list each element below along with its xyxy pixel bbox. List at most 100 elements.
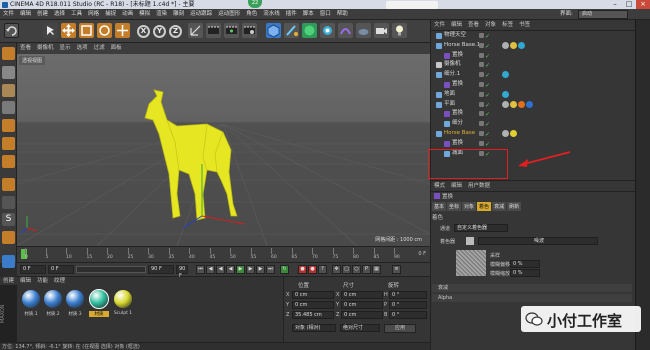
layer-icon[interactable]: [479, 62, 484, 68]
viewport-menu-item[interactable]: 摄像机: [34, 43, 57, 54]
viewport-menu-item[interactable]: 面板: [108, 43, 125, 54]
channel-select[interactable]: 自定义着色器: [454, 224, 508, 232]
close-button[interactable]: ×: [636, 0, 650, 9]
previous-frame-icon[interactable]: ◀: [216, 265, 225, 274]
x-axis-lock-button[interactable]: X: [137, 25, 150, 38]
object-row[interactable]: 摄像机 ✓: [432, 60, 632, 69]
select-icon[interactable]: [43, 23, 58, 38]
object-menu-item[interactable]: 书签: [516, 20, 533, 30]
apply-button[interactable]: 应用: [384, 324, 416, 333]
tab-shading[interactable]: 着色: [477, 202, 492, 211]
viewport-menu-item[interactable]: 过滤: [91, 43, 108, 54]
object-tag-icon[interactable]: [510, 130, 517, 137]
minimize-button[interactable]: –: [608, 0, 622, 9]
horse-model[interactable]: [144, 89, 238, 221]
layer-icon[interactable]: [479, 101, 484, 107]
menu-item[interactable]: 雕刻: [170, 9, 187, 20]
visibility-check-icon[interactable]: ✓: [485, 140, 490, 149]
object-name[interactable]: Horse Base.1: [444, 41, 480, 50]
previous-key-icon[interactable]: ◀: [206, 265, 215, 274]
layer-icon[interactable]: [479, 140, 484, 146]
live-select-icon[interactable]: [115, 23, 130, 38]
maximize-button[interactable]: □: [622, 0, 636, 9]
size-y-field[interactable]: 0 cm: [341, 301, 383, 309]
viewport-menu-item[interactable]: 查看: [17, 43, 34, 54]
size-mode-select[interactable]: 绝对尺寸: [340, 324, 380, 332]
attr-menu-item[interactable]: 编辑: [448, 181, 465, 191]
tweak-mode-icon[interactable]: [2, 196, 15, 209]
rotation-b-field[interactable]: 0 °: [389, 311, 427, 319]
object-menu-item[interactable]: 对象: [482, 20, 499, 30]
shader-field[interactable]: 噪波: [478, 237, 598, 245]
menu-item[interactable]: 渲染: [153, 9, 170, 20]
tab-basic[interactable]: 基本: [432, 202, 447, 211]
timeline-settings-icon[interactable]: ≡: [392, 265, 401, 274]
object-name[interactable]: 置换: [452, 139, 463, 148]
object-name[interactable]: 细分.1: [444, 70, 460, 79]
menu-item[interactable]: 脚本: [300, 9, 317, 20]
menu-item[interactable]: 模拟: [136, 9, 153, 20]
start-frame-field[interactable]: 0 F: [20, 265, 46, 274]
object-tag-icon[interactable]: [510, 41, 517, 49]
go-to-start-icon[interactable]: ⏮: [196, 265, 205, 274]
tab-object[interactable]: 对象: [462, 202, 477, 211]
attr-menu-item[interactable]: 用户数据: [465, 181, 493, 191]
object-tag-icon[interactable]: [518, 100, 525, 108]
render-view-icon[interactable]: [206, 23, 221, 38]
rotate-icon[interactable]: [97, 23, 112, 38]
menu-item[interactable]: 窗口: [317, 9, 334, 20]
menu-item[interactable]: 角色: [243, 9, 260, 20]
material-menu-item[interactable]: 编辑: [17, 277, 34, 286]
object-menu-item[interactable]: 标签: [499, 20, 516, 30]
menu-item[interactable]: 运动跟踪: [187, 9, 215, 20]
pla-key-icon[interactable]: ▦: [372, 265, 381, 274]
menu-item[interactable]: 创建: [34, 9, 51, 20]
right-panel-scrollbar[interactable]: [635, 20, 650, 350]
pen-icon[interactable]: [284, 23, 299, 38]
cube-icon[interactable]: [266, 23, 281, 38]
alpha-section[interactable]: Alpha: [432, 294, 632, 302]
material-menu-item[interactable]: 纹理: [51, 277, 68, 286]
object-menu-item[interactable]: 编辑: [448, 20, 465, 30]
layer-icon[interactable]: [479, 33, 484, 38]
object-menu-item[interactable]: 查看: [465, 20, 482, 30]
layer-icon[interactable]: [479, 131, 484, 136]
next-key-icon[interactable]: ▶: [256, 265, 265, 274]
visibility-check-icon[interactable]: ✓: [485, 52, 490, 61]
size-z-field[interactable]: 0 cm: [341, 311, 383, 319]
deformer-icon[interactable]: [338, 23, 353, 38]
keyframe-selection-icon[interactable]: ?: [318, 265, 327, 274]
menu-item[interactable]: 动画: [119, 9, 136, 20]
play-backward-icon[interactable]: ◀: [226, 265, 235, 274]
light-icon[interactable]: [392, 23, 407, 38]
subdivision-icon[interactable]: [302, 23, 317, 38]
layer-icon[interactable]: [479, 111, 484, 117]
play-icon[interactable]: ▶: [236, 265, 245, 274]
material-ball[interactable]: [89, 289, 109, 309]
shader-swatch[interactable]: [466, 237, 474, 245]
object-name[interactable]: 置换: [452, 51, 463, 60]
coordinate-mode-select[interactable]: 对象 (相对): [292, 324, 336, 332]
position-z-field[interactable]: 35.485 cm: [292, 311, 334, 319]
timeline[interactable]: 0 5 10 15 20 25 30 35 40 45 50 55 60 65 70 75 80 85 90 0 F: [17, 246, 430, 262]
object-row[interactable]: 平面 ✓: [432, 100, 632, 109]
material-ball[interactable]: [22, 290, 40, 308]
loop-icon[interactable]: ↻: [280, 265, 289, 274]
layer-icon[interactable]: [479, 72, 484, 78]
visibility-check-icon[interactable]: ✓: [485, 101, 490, 110]
material-ball[interactable]: [114, 290, 132, 308]
edges-mode-icon[interactable]: [2, 137, 15, 150]
undo-icon[interactable]: [4, 23, 19, 38]
snap-icon[interactable]: S: [2, 213, 15, 226]
visibility-check-icon[interactable]: ✓: [485, 110, 490, 119]
go-to-end-icon[interactable]: ⏭: [266, 265, 275, 274]
record-icon[interactable]: ●: [298, 265, 307, 274]
visibility-check-icon[interactable]: ✓: [485, 120, 490, 129]
environment-icon[interactable]: [356, 23, 371, 38]
object-row[interactable]: 置换 ✓: [432, 51, 632, 60]
visibility-check-icon[interactable]: ✓: [485, 42, 490, 51]
object-name[interactable]: 地面: [444, 90, 455, 99]
axis-mode-icon[interactable]: [2, 178, 15, 191]
scale-icon[interactable]: [79, 23, 94, 38]
cloner-icon[interactable]: [320, 23, 335, 38]
